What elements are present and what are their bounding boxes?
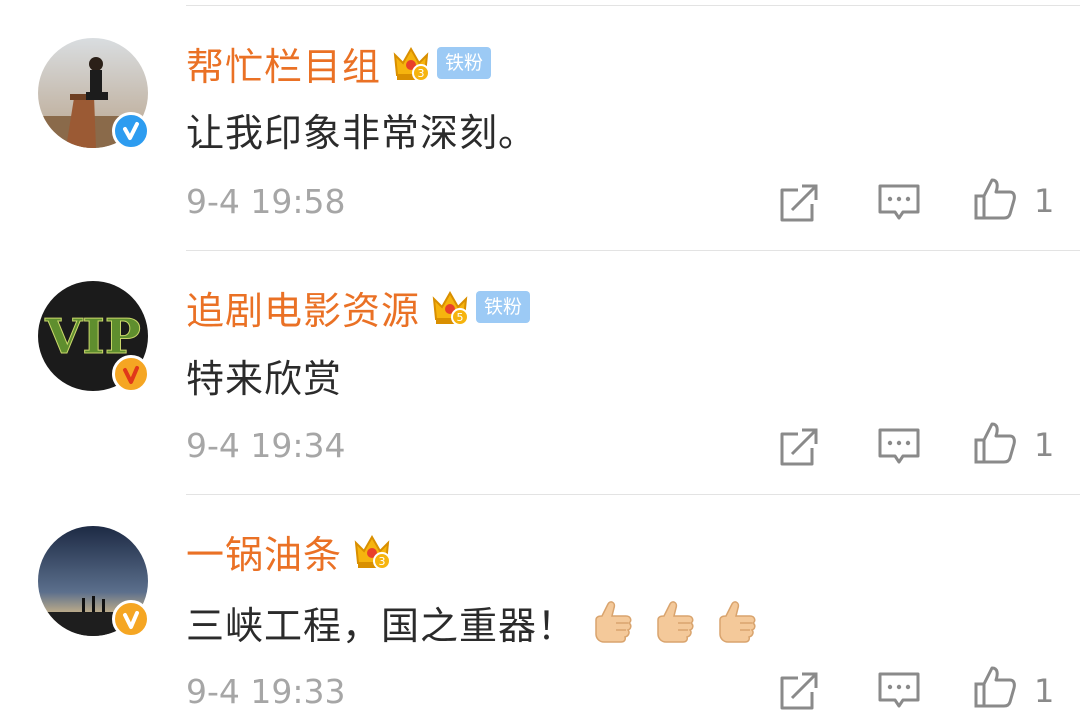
avatar[interactable] xyxy=(38,526,150,638)
comment-text-content: 三峡工程，国之重器！ xyxy=(186,603,577,648)
username[interactable]: 帮忙栏目组 xyxy=(186,36,381,91)
username[interactable]: 追剧电影资源 xyxy=(186,280,420,335)
svg-text:5: 5 xyxy=(457,311,464,324)
comment-text: 特来欣赏 xyxy=(186,350,343,401)
thumbs-up-emoji-icon xyxy=(657,601,694,643)
share-icon[interactable] xyxy=(776,424,822,470)
like-icon[interactable] xyxy=(972,176,1018,222)
comment-icon[interactable] xyxy=(876,180,922,226)
comment-text: 三峡工程，国之重器！ xyxy=(186,594,762,650)
fan-badge: 铁粉 xyxy=(437,47,492,79)
divider xyxy=(186,5,1080,6)
avatar[interactable]: VIP xyxy=(38,281,150,393)
divider xyxy=(186,494,1080,495)
comment-icon[interactable] xyxy=(876,668,922,714)
username-row: 帮忙栏目组 3 铁粉 xyxy=(186,36,492,91)
username-row: 追剧电影资源 5 铁粉 xyxy=(186,280,531,335)
divider xyxy=(186,250,1080,251)
crown-icon: 3 xyxy=(354,534,392,570)
thumbs-up-emoji-icon xyxy=(595,601,632,643)
like-icon[interactable] xyxy=(972,664,1018,710)
thumbs-up-emoji-icon xyxy=(719,601,756,643)
fan-badge: 铁粉 xyxy=(476,291,531,323)
like-count: 1 xyxy=(1034,672,1055,710)
verified-icon xyxy=(112,600,150,638)
comment-time: 9-4 19:33 xyxy=(186,672,346,711)
username[interactable]: 一锅油条 xyxy=(186,524,342,579)
verified-icon xyxy=(112,355,150,393)
share-icon[interactable] xyxy=(776,180,822,226)
username-row: 一锅油条 3 xyxy=(186,524,394,579)
comment-text-content: 特来欣赏 xyxy=(186,356,343,401)
verified-icon xyxy=(112,112,150,150)
like-count: 1 xyxy=(1034,426,1055,464)
share-icon[interactable] xyxy=(776,668,822,714)
like-icon[interactable] xyxy=(972,420,1018,466)
svg-text:3: 3 xyxy=(418,67,425,80)
comment-text-content: 让我印象非常深刻。 xyxy=(186,110,538,155)
comment-time: 9-4 19:58 xyxy=(186,182,346,221)
comment-icon[interactable] xyxy=(876,424,922,470)
like-count: 1 xyxy=(1034,182,1055,220)
comment-time: 9-4 19:34 xyxy=(186,426,346,465)
crown-icon: 3 xyxy=(393,46,431,82)
comment-text: 让我印象非常深刻。 xyxy=(186,104,538,155)
svg-text:3: 3 xyxy=(379,555,386,568)
avatar[interactable] xyxy=(38,38,150,150)
crown-icon: 5 xyxy=(432,290,470,326)
